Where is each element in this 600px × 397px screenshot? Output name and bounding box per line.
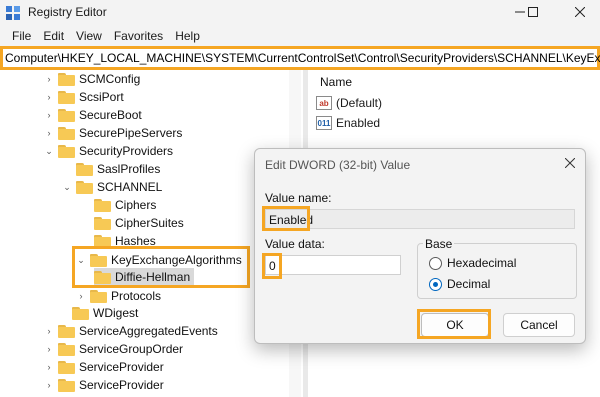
folder-icon <box>76 180 93 194</box>
address-path: Computer\HKEY_LOCAL_MACHINE\SYSTEM\Curre… <box>5 51 600 65</box>
value-data-label: Value data: <box>265 237 325 251</box>
chevron-down-icon[interactable]: ⌄ <box>44 146 54 156</box>
menu-bar: File Edit View Favorites Help <box>0 26 600 46</box>
folder-icon <box>58 126 75 140</box>
folder-icon <box>58 378 75 392</box>
close-icon <box>575 7 585 17</box>
address-bar[interactable]: Computer\HKEY_LOCAL_MACHINE\SYSTEM\Curre… <box>0 46 600 70</box>
folder-icon <box>58 72 75 86</box>
registry-editor-icon <box>6 6 20 20</box>
folder-icon <box>58 360 75 374</box>
tree-item[interactable]: › ServiceGroupOrder <box>44 340 184 358</box>
tree-item[interactable]: CipherSuites <box>80 214 184 232</box>
tree-item[interactable]: SaslProfiles <box>62 160 160 178</box>
folder-icon <box>94 198 111 212</box>
decimal-label[interactable]: Decimal <box>447 277 490 291</box>
string-value-icon: ab <box>316 96 332 110</box>
value-data-input[interactable]: 0 <box>265 255 401 275</box>
value-name-field[interactable]: Enabled <box>265 209 575 229</box>
tree-item[interactable]: WDigest <box>58 304 138 322</box>
menu-favorites[interactable]: Favorites <box>108 26 169 46</box>
tree-item[interactable]: › ScsiPort <box>44 88 124 106</box>
folder-icon <box>58 90 75 104</box>
chevron-right-icon[interactable]: › <box>44 326 54 336</box>
tree-item[interactable]: Ciphers <box>80 196 156 214</box>
column-header-name[interactable]: Name <box>320 75 352 89</box>
base-label: Base <box>423 237 455 251</box>
value-name-label: Value name: <box>265 191 332 205</box>
folder-icon <box>58 108 75 122</box>
dialog-title: Edit DWORD (32-bit) Value <box>265 158 411 172</box>
window-title: Registry Editor <box>28 5 107 19</box>
tree-item[interactable]: › SCMConfig <box>44 70 141 88</box>
tree-item[interactable]: › SecureBoot <box>44 106 142 124</box>
folder-icon <box>58 144 75 158</box>
list-item[interactable]: ab (Default) <box>316 94 382 112</box>
chevron-right-icon[interactable]: › <box>44 110 54 120</box>
tree-item[interactable]: › ServiceAggregatedEvents <box>44 322 218 340</box>
folder-icon <box>58 324 75 338</box>
binary-value-icon: 011 <box>316 116 332 130</box>
menu-help[interactable]: Help <box>169 26 206 46</box>
chevron-right-icon[interactable]: › <box>44 380 54 390</box>
highlight-box <box>262 253 282 279</box>
folder-icon <box>90 289 107 303</box>
chevron-right-icon[interactable]: › <box>44 344 54 354</box>
maximize-icon <box>528 7 538 17</box>
list-item[interactable]: 011 Enabled <box>316 114 380 132</box>
cancel-button[interactable]: Cancel <box>503 313 575 337</box>
close-icon <box>564 157 576 169</box>
tree-item[interactable]: › ServiceProvider <box>44 376 164 394</box>
chevron-right-icon[interactable]: › <box>44 74 54 84</box>
chevron-down-icon[interactable]: ⌄ <box>62 182 72 192</box>
chevron-right-icon[interactable]: › <box>44 92 54 102</box>
tree-item[interactable]: ⌄ SCHANNEL <box>62 178 162 196</box>
close-button[interactable] <box>560 0 600 24</box>
tree-item[interactable]: ⌄ SecurityProviders <box>44 142 173 160</box>
folder-icon <box>94 216 111 230</box>
chevron-right-icon[interactable]: › <box>76 291 86 301</box>
hexadecimal-label[interactable]: Hexadecimal <box>447 256 516 270</box>
base-group <box>417 243 577 299</box>
chevron-right-icon[interactable]: › <box>44 128 54 138</box>
decimal-radio[interactable] <box>429 278 442 291</box>
tree-item[interactable]: › ServiceProvider <box>44 358 164 376</box>
folder-icon <box>76 162 93 176</box>
edit-dword-dialog: Edit DWORD (32-bit) Value Value name: En… <box>254 148 586 344</box>
tree-item[interactable]: › SecurePipeServers <box>44 124 183 142</box>
highlight-box <box>417 309 491 339</box>
dialog-close-button[interactable] <box>564 155 576 171</box>
menu-edit[interactable]: Edit <box>37 26 70 46</box>
folder-icon <box>58 342 75 356</box>
maximize-button[interactable] <box>513 0 553 24</box>
menu-file[interactable]: File <box>6 26 37 46</box>
tree-item[interactable]: › Protocols <box>76 287 162 305</box>
chevron-right-icon[interactable]: › <box>44 362 54 372</box>
hexadecimal-radio[interactable] <box>429 257 442 270</box>
title-bar: Registry Editor <box>0 0 600 26</box>
highlight-box <box>72 246 250 288</box>
highlight-box <box>262 206 310 231</box>
folder-icon <box>72 306 89 320</box>
menu-view[interactable]: View <box>70 26 108 46</box>
